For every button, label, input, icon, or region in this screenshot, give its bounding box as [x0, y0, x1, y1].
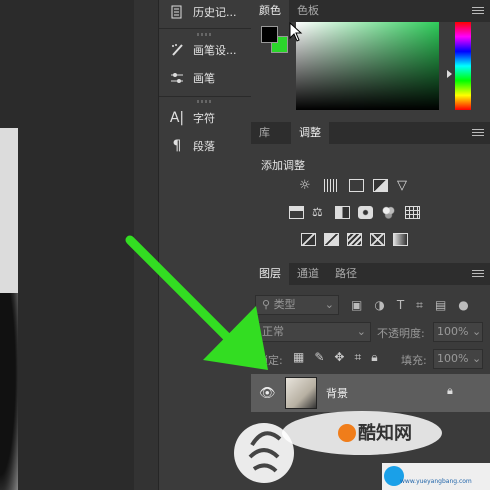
vibrance-icon[interactable]: ▽: [397, 179, 412, 192]
panel-menu-icon[interactable]: [472, 270, 484, 278]
smart-object-filter-icon[interactable]: ▤: [435, 298, 446, 312]
foreground-color-swatch[interactable]: [261, 26, 278, 43]
divider: [159, 28, 251, 29]
fill-value: 100%: [437, 352, 469, 365]
selective-color-icon[interactable]: [370, 233, 385, 246]
layer-name[interactable]: 背景: [326, 385, 348, 401]
watermark-site2-url: www.yueyangbang.com: [400, 478, 472, 485]
panel-grip[interactable]: [197, 100, 213, 103]
hue-saturation-icon[interactable]: [289, 206, 304, 219]
brush-settings-panel-button[interactable]: 画笔设...: [169, 42, 237, 58]
history-icon: [169, 4, 185, 20]
brush-presets-icon: [169, 70, 185, 86]
character-label: 字符: [193, 112, 215, 125]
adjustment-filter-icon[interactable]: ◑: [374, 298, 384, 312]
channel-mixer-icon[interactable]: [381, 206, 396, 219]
filter-toggle-icon[interactable]: ●: [458, 298, 468, 312]
character-panel-button[interactable]: A| 字符: [169, 110, 215, 126]
opacity-label: 不透明度:: [377, 327, 425, 340]
tab-channels[interactable]: 通道: [289, 263, 327, 285]
lock-artboard-icon[interactable]: ⌗: [354, 350, 361, 365]
color-lookup-icon[interactable]: [405, 206, 420, 219]
panel-grip[interactable]: [197, 33, 213, 36]
mouse-cursor-icon: [289, 22, 303, 42]
adjust-tabbar: 库 调整: [251, 122, 490, 144]
tab-color[interactable]: 颜色: [251, 0, 289, 22]
paragraph-label: 段落: [193, 140, 215, 153]
black-white-icon[interactable]: [335, 206, 350, 219]
document-image: [0, 128, 18, 490]
paragraph-panel-button[interactable]: ¶ 段落: [169, 138, 215, 154]
green-arrow-annotation: [125, 235, 268, 370]
layer-lock-icon: 🔒︎: [447, 384, 453, 397]
opacity-value: 100%: [437, 325, 469, 338]
threshold-icon[interactable]: [347, 233, 362, 246]
watermark-site1-text: 酷知网: [358, 423, 412, 444]
character-icon: A|: [169, 110, 185, 126]
adjustments-title: 添加调整: [261, 159, 305, 172]
chevron-down-icon: ⌄: [356, 325, 366, 338]
tab-libraries[interactable]: 库: [251, 122, 278, 144]
layer-filter-icons: ▣ ◑ T ⌗ ▤ ●: [351, 297, 481, 313]
tab-adjustments[interactable]: 调整: [291, 122, 329, 144]
image-filter-icon[interactable]: ▣: [351, 298, 362, 312]
hue-slider-arrow-icon[interactable]: [447, 70, 452, 78]
lock-icons: ▦ ✎ ✥ ⌗ 🔒︎: [293, 350, 378, 365]
shape-filter-icon[interactable]: ⌗: [416, 298, 423, 313]
tab-paths[interactable]: 路径: [327, 263, 365, 285]
paragraph-icon: ¶: [172, 138, 182, 154]
type-filter-icon[interactable]: T: [397, 298, 404, 312]
lock-all-icon[interactable]: 🔒︎: [371, 350, 377, 365]
opacity-input[interactable]: 100% ⌄: [433, 322, 483, 342]
levels-icon[interactable]: [324, 179, 339, 192]
brush-settings-label: 画笔设...: [193, 44, 237, 57]
divider: [159, 96, 251, 97]
color-tabbar: 颜色 色板: [251, 0, 490, 22]
posterize-icon[interactable]: [324, 233, 339, 246]
brightness-icon[interactable]: ☼: [299, 179, 314, 192]
lock-transparency-icon[interactable]: ▦: [293, 350, 304, 365]
panel-menu-icon[interactable]: [472, 7, 484, 15]
fill-input[interactable]: 100% ⌄: [433, 349, 483, 369]
history-label: 历史记...: [193, 6, 237, 19]
tab-swatches[interactable]: 色板: [289, 0, 327, 22]
invert-icon[interactable]: [301, 233, 316, 246]
brush-settings-icon: [169, 42, 185, 58]
gradient-map-icon[interactable]: [393, 233, 408, 246]
lock-image-icon[interactable]: ✎: [314, 350, 324, 365]
fill-label: 填充:: [401, 354, 427, 367]
lock-position-icon[interactable]: ✥: [334, 350, 344, 365]
curves-icon[interactable]: [349, 179, 364, 192]
history-panel-button[interactable]: 历史记...: [169, 4, 237, 20]
exposure-icon[interactable]: [373, 179, 388, 192]
hue-slider[interactable]: [455, 22, 471, 110]
brush-panel-button[interactable]: 画笔: [169, 70, 215, 86]
chevron-down-icon: ⌄: [468, 352, 482, 365]
layers-tabbar: 图层 通道 路径: [251, 263, 490, 285]
photo-filter-icon[interactable]: [358, 206, 373, 219]
visibility-eye-icon[interactable]: 👁︎: [259, 386, 276, 401]
panel-menu-icon[interactable]: [472, 129, 484, 137]
chevron-down-icon: ⌄: [324, 298, 334, 311]
color-field[interactable]: [296, 22, 439, 110]
color-balance-icon[interactable]: ⚖: [312, 206, 327, 219]
chevron-down-icon: ⌄: [468, 325, 482, 338]
brush-label: 画笔: [193, 72, 215, 85]
